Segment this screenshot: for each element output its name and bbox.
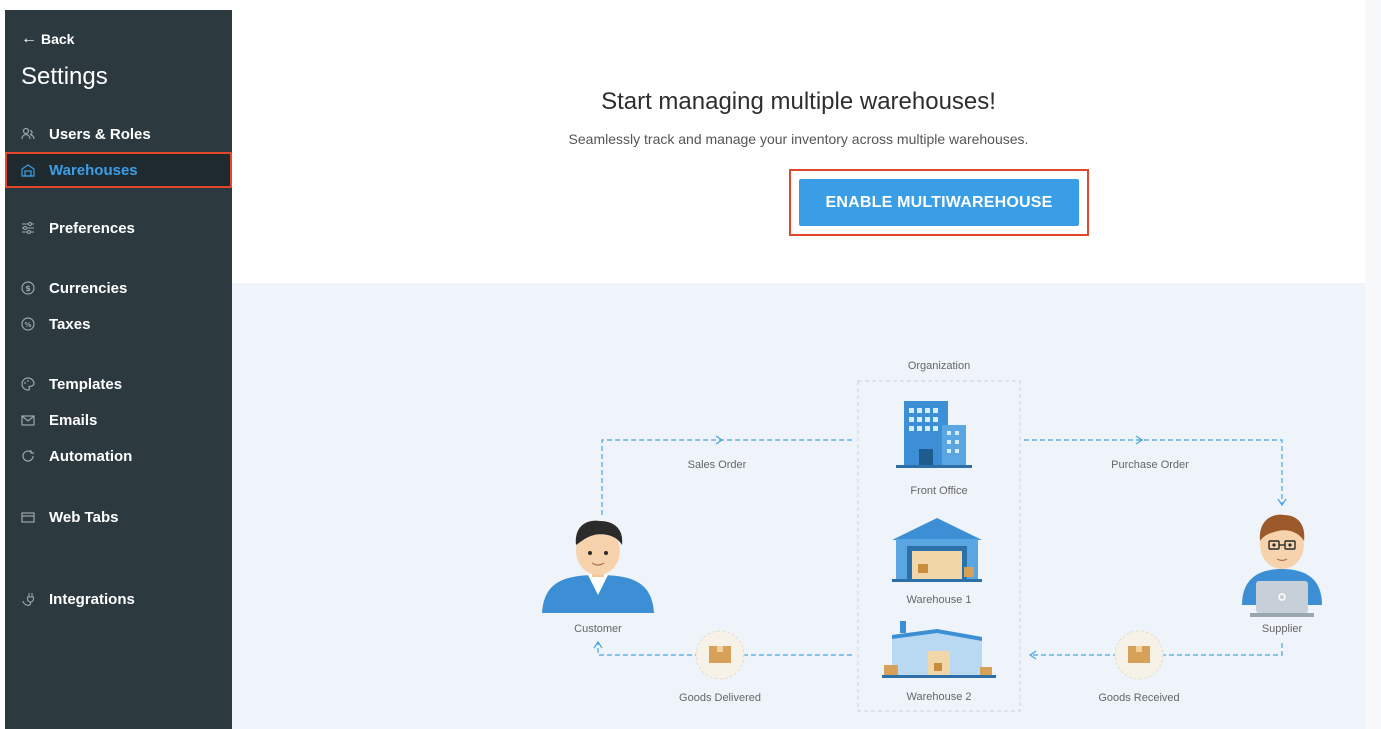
sidebar-title: Settings (21, 63, 108, 90)
page-subtitle: Seamlessly track and manage your invento… (568, 131, 1029, 147)
warehouse-1-icon (892, 518, 982, 582)
sidebar-item-preferences[interactable]: Preferences (5, 211, 232, 245)
flow-svg: Organization Sales Order Purchase Order … (542, 360, 1322, 712)
sidebar-item-integrations[interactable]: Integrations (5, 582, 232, 616)
supplier-avatar (1242, 514, 1322, 617)
sidebar-item-label: Templates (49, 375, 123, 393)
front-office-label: Front Office (910, 485, 967, 497)
front-office-icon (896, 401, 972, 468)
supplier-label: Supplier (1262, 623, 1303, 635)
palette-icon (21, 377, 35, 391)
currency-icon: $ (21, 281, 35, 295)
warehouse-icon (21, 163, 35, 177)
sidebar-item-warehouses[interactable]: Warehouses (5, 152, 232, 188)
goods-delivered-label: Goods Delivered (679, 692, 761, 704)
sliders-icon (21, 221, 35, 235)
sidebar-item-label: Taxes (49, 315, 91, 333)
sidebar-item-label: Emails (49, 411, 98, 429)
sales-order-label: Sales Order (688, 459, 747, 471)
sidebar-item-label: Currencies (49, 279, 128, 297)
warehouse-flow-diagram: Organization Sales Order Purchase Order … (232, 283, 1365, 729)
sidebar-item-taxes[interactable]: % Taxes (5, 307, 232, 341)
percent-icon: % (21, 317, 35, 331)
sidebar-item-currencies[interactable]: $ Currencies (5, 271, 232, 305)
app-root: ← Back Settings Users & Roles Warehouses… (0, 0, 1381, 729)
sidebar-item-web-tabs[interactable]: Web Tabs (5, 500, 232, 534)
sidebar-item-users-roles[interactable]: Users & Roles (5, 117, 232, 151)
organization-label: Organization (908, 360, 970, 372)
sales-order-line (601, 439, 852, 515)
warehouse-2-label: Warehouse 2 (906, 691, 971, 703)
svg-text:$: $ (25, 284, 31, 293)
purchase-order-label: Purchase Order (1111, 459, 1189, 471)
sidebar-item-label: Automation (49, 447, 133, 465)
cta-highlight: ENABLE MULTIWAREHOUSE (789, 169, 1089, 236)
sidebar-item-templates[interactable]: Templates (5, 367, 232, 401)
warehouse-2-icon (882, 621, 996, 678)
tabs-icon (21, 510, 35, 524)
refresh-icon (21, 449, 35, 463)
hero-section: Start managing multiple warehouses! Seam… (232, 10, 1365, 283)
goods-received-label: Goods Received (1098, 692, 1179, 704)
sidebar-item-label: Users & Roles (49, 125, 151, 143)
settings-sidebar: ← Back Settings Users & Roles Warehouses… (5, 10, 232, 729)
customer-avatar (542, 520, 654, 613)
main-content: Start managing multiple warehouses! Seam… (232, 10, 1365, 729)
users-icon (21, 127, 35, 141)
sidebar-item-emails[interactable]: Emails (5, 403, 232, 437)
back-link[interactable]: ← Back (21, 30, 74, 48)
sidebar-item-label: Web Tabs (49, 508, 119, 526)
sidebar-item-label: Preferences (49, 219, 135, 237)
page-title: Start managing multiple warehouses! (601, 88, 996, 115)
back-arrow-icon: ← (21, 30, 37, 47)
svg-text:%: % (24, 321, 31, 329)
sidebar-item-label: Integrations (49, 590, 135, 608)
warehouse-1-label: Warehouse 1 (906, 594, 971, 606)
back-label: Back (41, 31, 75, 47)
purchase-order-line (1024, 439, 1283, 505)
enable-multiwarehouse-button[interactable]: ENABLE MULTIWAREHOUSE (799, 179, 1079, 226)
customer-label: Customer (574, 623, 622, 635)
plug-icon (21, 592, 35, 606)
sidebar-item-label: Warehouses (49, 161, 138, 179)
right-margin (1365, 0, 1381, 729)
sidebar-item-automation[interactable]: Automation (5, 439, 232, 473)
email-icon (21, 413, 35, 427)
